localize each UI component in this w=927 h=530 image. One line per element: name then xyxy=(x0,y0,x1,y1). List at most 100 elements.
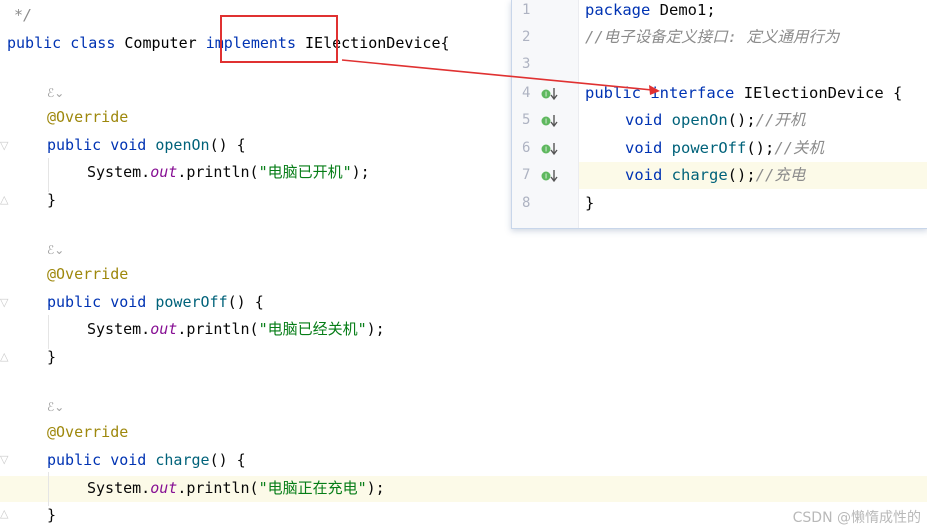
keyword-public: public xyxy=(585,84,641,102)
method-name: charge xyxy=(155,451,210,469)
implements-highlight-box xyxy=(220,15,338,63)
keyword-package: package xyxy=(585,1,651,19)
keyword-public: public xyxy=(47,136,102,154)
brace-close: } xyxy=(47,348,57,366)
call-method: .println( xyxy=(177,320,259,338)
fold-marker[interactable]: ▽ xyxy=(0,453,8,466)
csdn-watermark: CSDN @懒惰成性的 xyxy=(792,510,921,526)
implemented-by-icon[interactable]: I xyxy=(541,87,559,101)
implements-inlay-icon[interactable]: ℰ⌄ xyxy=(47,400,64,414)
method-body: System.out.println("电脑已经关机"); xyxy=(87,317,385,341)
method-comment: //关机 xyxy=(774,139,824,157)
line-number: 2 xyxy=(522,29,531,45)
method-name: powerOff xyxy=(671,139,747,157)
call-prefix: System. xyxy=(87,320,151,338)
interface-declaration: public interface IElectionDevice { xyxy=(585,80,902,107)
override-annotation: @Override xyxy=(47,423,129,441)
interface-method: void openOn();//开机 xyxy=(625,107,805,134)
svg-text:I: I xyxy=(545,146,547,154)
indent-guide xyxy=(48,315,49,349)
line-number: 8 xyxy=(522,195,531,211)
fold-marker[interactable]: ▽ xyxy=(0,296,8,309)
keyword-void: void xyxy=(110,293,147,311)
call-field: out xyxy=(150,163,178,181)
interface-comment: //电子设备定义接口: 定义通用行为 xyxy=(585,28,840,46)
interface-definition-popup[interactable]: 1 2 3 4 5 6 7 8 I I I I package Demo1; /… xyxy=(511,0,927,229)
indent-guide xyxy=(48,158,49,192)
implements-inlay-icon[interactable]: ℰ⌄ xyxy=(47,243,64,257)
method-params: () { xyxy=(227,293,264,311)
call-suffix: ); xyxy=(366,479,385,497)
class-name: Computer xyxy=(124,34,197,52)
brace-close: } xyxy=(47,191,57,209)
fold-marker[interactable]: △ xyxy=(0,507,8,520)
override-annotation: @Override xyxy=(47,265,129,283)
call-string: "电脑正在充电" xyxy=(258,479,367,497)
override-annotation: @Override xyxy=(47,108,129,126)
keyword-void: void xyxy=(625,166,663,184)
comment-end: */ xyxy=(14,3,32,27)
svg-text:I: I xyxy=(545,91,547,99)
line-number: 6 xyxy=(522,140,531,156)
svg-text:I: I xyxy=(545,173,547,181)
method-tail: (); xyxy=(746,139,775,157)
keyword-void: void xyxy=(110,451,147,469)
implemented-by-icon[interactable]: I xyxy=(541,114,559,128)
method-body: System.out.println("电脑正在充电"); xyxy=(87,476,385,500)
interface-close-brace: } xyxy=(585,194,595,212)
call-field: out xyxy=(150,320,178,338)
brace-open: { xyxy=(440,34,450,52)
method-comment: //开机 xyxy=(755,111,806,129)
method-comment: //充电 xyxy=(755,166,806,184)
call-prefix: System. xyxy=(87,479,151,497)
interface-method: void powerOff();//关机 xyxy=(625,135,824,162)
line-number: 7 xyxy=(522,167,531,183)
method-params: () { xyxy=(209,136,246,154)
keyword-class: class xyxy=(70,34,116,52)
keyword-public: public xyxy=(47,293,102,311)
call-method: .println( xyxy=(177,163,259,181)
keyword-void: void xyxy=(625,139,663,157)
keyword-void: void xyxy=(625,111,663,129)
line-number: 5 xyxy=(522,112,531,128)
call-method: .println( xyxy=(177,479,259,497)
brace-close: } xyxy=(47,506,57,524)
call-field: out xyxy=(150,479,178,497)
method-name: openOn xyxy=(671,111,728,129)
method-body: System.out.println("电脑已开机"); xyxy=(87,160,370,184)
interface-name: IElectionDevice { xyxy=(743,84,903,102)
line-number: 3 xyxy=(522,56,531,72)
method-signature: public void openOn() { xyxy=(47,133,246,157)
implements-inlay-icon[interactable]: ℰ⌄ xyxy=(47,86,64,100)
line-number: 4 xyxy=(522,85,531,101)
call-string: "电脑已开机" xyxy=(258,163,352,181)
keyword-interface: interface xyxy=(650,84,735,102)
call-suffix: ); xyxy=(366,320,385,338)
method-name: powerOff xyxy=(155,293,228,311)
svg-text:I: I xyxy=(545,118,547,126)
call-prefix: System. xyxy=(87,163,151,181)
interface-method: void charge();//充电 xyxy=(625,162,805,189)
method-name: openOn xyxy=(155,136,210,154)
line-number: 1 xyxy=(522,2,531,18)
package-name: Demo1; xyxy=(659,1,716,19)
call-string: "电脑已经关机" xyxy=(258,320,367,338)
method-params: () { xyxy=(209,451,246,469)
method-tail: (); xyxy=(727,166,756,184)
package-line: package Demo1; xyxy=(585,0,716,24)
comment-end-text: */ xyxy=(14,6,33,24)
call-suffix: ); xyxy=(351,163,370,181)
method-signature: public void powerOff() { xyxy=(47,290,264,314)
keyword-void: void xyxy=(110,136,147,154)
method-tail: (); xyxy=(727,111,756,129)
keyword-public: public xyxy=(47,451,102,469)
method-signature: public void charge() { xyxy=(47,448,246,472)
method-name: charge xyxy=(671,166,728,184)
fold-marker[interactable]: △ xyxy=(0,350,8,363)
implemented-by-icon[interactable]: I xyxy=(541,142,559,156)
implemented-by-icon[interactable]: I xyxy=(541,169,559,183)
fold-marker[interactable]: △ xyxy=(0,193,8,206)
fold-marker[interactable]: ▽ xyxy=(0,139,8,152)
keyword-public: public xyxy=(7,34,62,52)
indent-guide xyxy=(48,472,49,506)
